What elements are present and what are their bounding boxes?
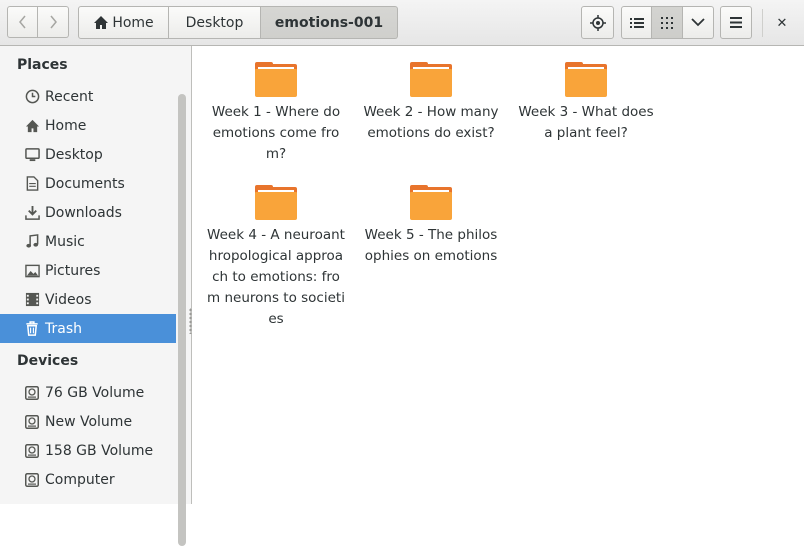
crosshair-icon xyxy=(589,14,606,31)
folder-label: Week 2 - How many emotions do exist? xyxy=(363,104,499,141)
breadcrumb-desktop[interactable]: Desktop xyxy=(169,6,261,39)
sidebar-item-desktop[interactable]: Desktop xyxy=(0,140,176,169)
folder-item[interactable]: Week 1 - Where do emotions come from? xyxy=(206,62,346,165)
sidebar-item-documents[interactable]: Documents xyxy=(0,169,176,198)
folder-label: Week 4 - A neuroanthropological approach… xyxy=(207,227,345,327)
folder-label: Week 3 - What does a plant feel? xyxy=(518,104,654,141)
sidebar-item-label: 76 GB Volume xyxy=(45,384,145,401)
grid-icon xyxy=(661,16,673,29)
view-mode-buttons xyxy=(621,6,714,39)
list-icon xyxy=(629,17,644,28)
forward-button[interactable] xyxy=(38,6,69,38)
sidebar-item-label: Documents xyxy=(45,175,125,192)
sidebar-item-label: Music xyxy=(45,233,85,250)
home-icon xyxy=(24,118,40,134)
sidebar-item-recent[interactable]: Recent xyxy=(0,82,176,111)
drive-icon xyxy=(24,385,40,401)
breadcrumb-current[interactable]: emotions-001 xyxy=(261,6,398,39)
sidebar-item-label: Desktop xyxy=(45,146,103,163)
folder-icon xyxy=(410,62,452,98)
places-section-title: Places xyxy=(17,57,68,73)
sidebar-item-new-volume[interactable]: New Volume xyxy=(0,407,176,436)
hamburger-icon xyxy=(730,17,742,28)
sidebar-item-label: New Volume xyxy=(45,413,133,430)
folder-icon xyxy=(410,185,452,221)
breadcrumb-home[interactable]: Home xyxy=(78,6,169,39)
sidebar-scrollbar[interactable] xyxy=(178,94,186,546)
clock-icon xyxy=(24,89,40,105)
download-icon xyxy=(24,205,40,221)
drive-icon xyxy=(24,443,40,459)
sidebar-item-label: Home xyxy=(45,117,87,134)
breadcrumb-label: Desktop xyxy=(185,14,244,31)
sidebar-item-158gb-volume[interactable]: 158 GB Volume xyxy=(0,436,176,465)
location-button[interactable] xyxy=(581,6,614,39)
film-icon xyxy=(24,292,40,308)
view-options-button[interactable] xyxy=(683,6,714,39)
grid-view-button[interactable] xyxy=(652,6,683,39)
folder-item[interactable]: Week 3 - What does a plant feel? xyxy=(516,62,656,144)
sidebar-item-label: Downloads xyxy=(45,204,122,221)
breadcrumb-label: Home xyxy=(112,14,154,31)
sidebar-item-label: Computer xyxy=(45,471,115,488)
sidebar-item-trash[interactable]: Trash xyxy=(0,314,176,343)
sidebar: Places Recent Home Desktop Documents Dow… xyxy=(0,46,192,546)
sidebar-item-label: 158 GB Volume xyxy=(45,442,154,459)
folder-icon xyxy=(565,62,607,98)
folder-icon xyxy=(255,185,297,221)
sidebar-item-label: Recent xyxy=(45,88,94,105)
sidebar-item-downloads[interactable]: Downloads xyxy=(0,198,176,227)
sidebar-item-76gb-volume[interactable]: 76 GB Volume xyxy=(0,378,176,407)
sidebar-item-home[interactable]: Home xyxy=(0,111,176,140)
home-icon xyxy=(94,16,109,29)
back-button[interactable] xyxy=(7,6,38,38)
header-separator xyxy=(762,9,763,37)
chevron-left-icon xyxy=(18,15,26,29)
document-icon xyxy=(24,176,40,192)
sidebar-item-label: Pictures xyxy=(45,262,101,279)
folder-item[interactable]: Week 4 - A neuroanthropological approach… xyxy=(206,185,346,330)
pane-resize-handle[interactable] xyxy=(189,308,192,334)
devices-section-title: Devices xyxy=(17,353,79,369)
navigation-buttons xyxy=(7,6,69,38)
close-icon: ✕ xyxy=(776,15,788,31)
drive-icon xyxy=(24,472,40,488)
picture-icon xyxy=(24,263,40,279)
sidebar-item-label: Videos xyxy=(45,291,92,308)
sidebar-item-videos[interactable]: Videos xyxy=(0,285,176,314)
sidebar-item-pictures[interactable]: Pictures xyxy=(0,256,176,285)
folder-label: Week 1 - Where do emotions come from? xyxy=(211,104,341,162)
sidebar-item-computer[interactable]: Computer xyxy=(0,465,176,494)
list-view-button[interactable] xyxy=(621,6,652,39)
breadcrumb-label: emotions-001 xyxy=(274,14,384,31)
sidebar-item-label: Trash xyxy=(45,320,82,337)
chevron-down-icon xyxy=(691,18,705,27)
folder-icon xyxy=(255,62,297,98)
file-view: Week 1 - Where do emotions come from? We… xyxy=(193,46,804,504)
drive-icon xyxy=(24,414,40,430)
menu-button[interactable] xyxy=(720,6,752,39)
music-icon xyxy=(24,234,40,250)
header-bar: Home Desktop emotions-001 ✕ xyxy=(0,0,804,46)
sidebar-item-music[interactable]: Music xyxy=(0,227,176,256)
chevron-right-icon xyxy=(50,15,57,29)
folder-label: Week 5 - The philosophies on emotions xyxy=(364,227,498,264)
folder-item[interactable]: Week 5 - The philosophies on emotions xyxy=(361,185,501,267)
breadcrumb: Home Desktop emotions-001 xyxy=(78,6,398,39)
desktop-icon xyxy=(24,147,40,163)
close-button[interactable]: ✕ xyxy=(771,12,793,34)
folder-item[interactable]: Week 2 - How many emotions do exist? xyxy=(361,62,501,144)
trash-icon xyxy=(24,321,40,337)
